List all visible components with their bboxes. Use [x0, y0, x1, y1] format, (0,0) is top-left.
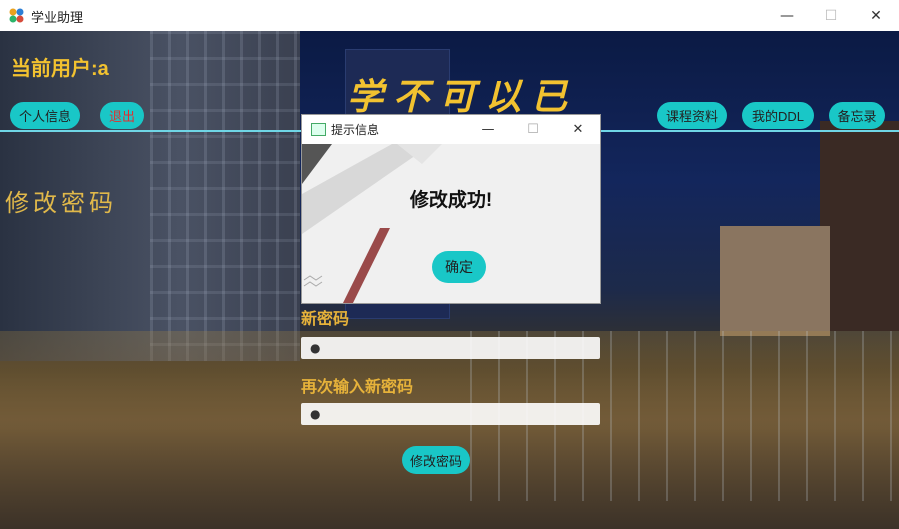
window-title: 学业助理 [31, 11, 84, 26]
change-password-button[interactable]: 修改密码 [402, 446, 470, 474]
dialog-title: 提示信息 [331, 123, 380, 137]
my-ddl-button[interactable]: 我的DDL [742, 102, 814, 129]
section-title: 修改密码 [5, 189, 117, 217]
maximize-button[interactable]: ☐ [808, 0, 854, 31]
minimize-button[interactable]: — [764, 0, 810, 31]
dialog-maximize-button[interactable]: ☐ [513, 115, 553, 144]
window-titlebar: 学业助理 — ☐ ✕ [0, 0, 899, 32]
close-button[interactable]: ✕ [853, 0, 899, 31]
dialog-minimize-button[interactable]: — [468, 115, 508, 144]
dialog-message: 修改成功! [409, 190, 493, 211]
new-password-label: 新密码 [301, 311, 350, 328]
message-dialog: 提示信息 — ☐ ✕ 修改成功! 确定 [301, 114, 601, 304]
course-materials-button[interactable]: 课程资料 [657, 102, 727, 129]
dialog-ok-button[interactable]: 确定 [432, 251, 486, 283]
right-structure [720, 226, 830, 336]
right-building [820, 121, 899, 331]
dialog-titlebar: 提示信息 — ☐ ✕ [302, 115, 600, 144]
new-password-field[interactable]: ● [301, 337, 600, 359]
confirm-password-field[interactable]: ● [301, 403, 600, 425]
dialog-close-button[interactable]: ✕ [558, 115, 598, 144]
dialog-app-icon [311, 123, 326, 136]
profile-button[interactable]: 个人信息 [10, 102, 80, 129]
left-building-windows [150, 31, 300, 361]
app-logo-icon [9, 8, 24, 23]
banner-title: 学不可以已 [347, 76, 578, 118]
current-user-label: 当前用户:a [11, 58, 109, 80]
confirm-password-label: 再次输入新密码 [301, 379, 414, 396]
logout-button[interactable]: 退出 [100, 102, 144, 129]
memo-button[interactable]: 备忘录 [829, 102, 885, 129]
